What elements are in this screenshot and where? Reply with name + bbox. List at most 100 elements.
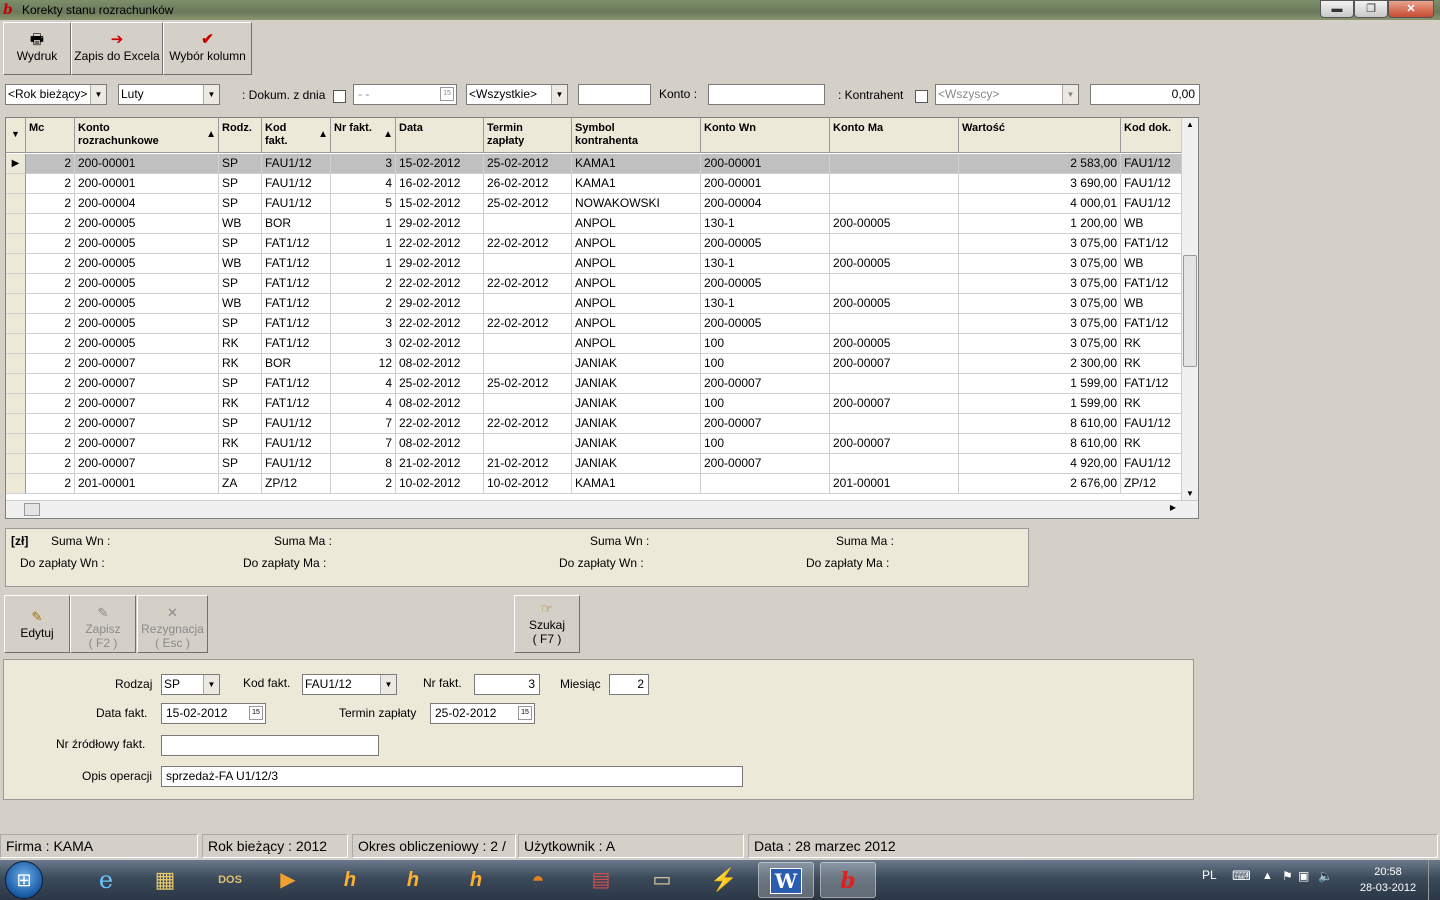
cell-kod-dok[interactable]: FAU1/12 [1121, 194, 1182, 214]
cell-konto-ma[interactable] [830, 374, 959, 394]
cell-konto-ma[interactable] [830, 154, 959, 174]
cell-symbol[interactable]: ANPOL [572, 234, 701, 254]
cell-konto[interactable]: 200-00005 [75, 334, 219, 354]
cell-kod-dok[interactable]: FAT1/12 [1121, 314, 1182, 334]
cell-mc[interactable]: 2 [26, 394, 75, 414]
table-row[interactable]: 2 200-00005 SP FAT1/12 3 22-02-2012 22-02-2012… [6, 314, 1182, 334]
cell-symbol[interactable]: ANPOL [572, 334, 701, 354]
table-row[interactable]: 2 200-00005 WB FAT1/12 1 29-02-2012 ANPOL 130-1… [6, 254, 1182, 274]
kontrahent-checkbox[interactable] [915, 90, 928, 103]
cell-termin[interactable] [484, 394, 572, 414]
cell-kod[interactable]: ZP/12 [262, 474, 331, 494]
cell-konto-wn[interactable]: 200-00007 [701, 454, 830, 474]
cell-rodz[interactable]: ZA [219, 474, 262, 494]
cell-mc[interactable]: 2 [26, 454, 75, 474]
cell-rodz[interactable]: SP [219, 154, 262, 174]
cell-kod-dok[interactable]: FAT1/12 [1121, 274, 1182, 294]
row-indicator[interactable] [6, 334, 26, 354]
keyboard-icon[interactable]: ⌨ [1232, 868, 1251, 884]
cell-data[interactable]: 21-02-2012 [396, 454, 484, 474]
cell-kod[interactable]: FAU1/12 [262, 434, 331, 454]
print-button[interactable]: 🖶 Wydruk [3, 22, 71, 75]
table-row[interactable]: 2 200-00004 SP FAU1/12 5 15-02-2012 25-02-2012… [6, 194, 1182, 214]
termin-zaplaty-input[interactable]: 25-02-2012 15 [430, 703, 535, 724]
cell-konto[interactable]: 200-00007 [75, 394, 219, 414]
cell-konto[interactable]: 200-00005 [75, 254, 219, 274]
cell-kod-dok[interactable]: FAT1/12 [1121, 234, 1182, 254]
miesiac-input[interactable]: 2 [609, 674, 649, 695]
cell-konto-ma[interactable]: 200-00005 [830, 294, 959, 314]
cell-symbol[interactable]: KAMA1 [572, 474, 701, 494]
cell-nr[interactable]: 12 [331, 354, 396, 374]
cell-rodz[interactable]: SP [219, 234, 262, 254]
cell-symbol[interactable]: JANIAK [572, 414, 701, 434]
lightning-app-icon[interactable]: ⚡ [696, 862, 752, 898]
cell-kod[interactable]: BOR [262, 354, 331, 374]
cell-symbol[interactable]: KAMA1 [572, 174, 701, 194]
app-icon[interactable]: h [385, 862, 441, 898]
cell-kod[interactable]: FAT1/12 [262, 234, 331, 254]
cell-data[interactable]: 08-02-2012 [396, 354, 484, 374]
cell-kod-dok[interactable]: WB [1121, 294, 1182, 314]
network-icon[interactable]: ▣ [1298, 869, 1309, 883]
cell-nr[interactable]: 1 [331, 254, 396, 274]
cancel-button[interactable]: ✕ Rezygnacja ( Esc ) [137, 595, 208, 653]
cell-symbol[interactable]: JANIAK [572, 434, 701, 454]
cell-data[interactable]: 22-02-2012 [396, 314, 484, 334]
header-kod-dok[interactable]: Kod dok. [1121, 118, 1182, 153]
cell-kod[interactable]: FAU1/12 [262, 194, 331, 214]
cell-kod[interactable]: FAT1/12 [262, 254, 331, 274]
row-indicator[interactable] [6, 454, 26, 474]
cell-konto-wn[interactable]: 200-00001 [701, 154, 830, 174]
cell-konto-wn[interactable]: 100 [701, 334, 830, 354]
tray-arrow-icon[interactable]: ▲ [1262, 870, 1273, 882]
cell-konto[interactable]: 200-00007 [75, 454, 219, 474]
table-row[interactable]: ▶ 2 200-00001 SP FAU1/12 3 15-02-2012 25-02-201… [6, 154, 1182, 174]
cell-termin[interactable]: 22-02-2012 [484, 234, 572, 254]
cell-kod-dok[interactable]: FAT1/12 [1121, 374, 1182, 394]
cell-symbol[interactable]: JANIAK [572, 454, 701, 474]
cell-konto-ma[interactable]: 200-00005 [830, 334, 959, 354]
cell-nr[interactable]: 7 [331, 414, 396, 434]
cell-nr[interactable]: 7 [331, 434, 396, 454]
cell-termin[interactable]: 22-02-2012 [484, 274, 572, 294]
cell-rodz[interactable]: RK [219, 334, 262, 354]
cell-rodz[interactable]: SP [219, 454, 262, 474]
cell-kod-dok[interactable]: FAU1/12 [1121, 454, 1182, 474]
cell-wartosc[interactable]: 3 690,00 [959, 174, 1121, 194]
kontrahent-select[interactable]: <Wszyscy> ▼ [935, 84, 1079, 105]
media-player-icon[interactable]: ▶ [260, 862, 316, 898]
dosbox-icon[interactable]: DOS [202, 862, 258, 898]
cell-rodz[interactable]: SP [219, 274, 262, 294]
table-row[interactable]: 2 200-00007 RK FAU1/12 7 08-02-2012 JANIAK 100 2… [6, 434, 1182, 454]
cell-wartosc[interactable]: 4 920,00 [959, 454, 1121, 474]
cell-rodz[interactable]: SP [219, 194, 262, 214]
cell-konto-wn[interactable]: 100 [701, 354, 830, 374]
save-button[interactable]: ✎ Zapisz ( F2 ) [70, 595, 136, 653]
cell-wartosc[interactable]: 3 075,00 [959, 274, 1121, 294]
cell-konto-ma[interactable]: 201-00001 [830, 474, 959, 494]
table-row[interactable]: 2 200-00007 RK BOR 12 08-02-2012 JANIAK 100 200-… [6, 354, 1182, 374]
cell-mc[interactable]: 2 [26, 354, 75, 374]
header-rodz[interactable]: Rodz. [219, 118, 262, 153]
cell-wartosc[interactable]: 2 676,00 [959, 474, 1121, 494]
cell-kod[interactable]: FAU1/12 [262, 414, 331, 434]
cell-konto-ma[interactable] [830, 194, 959, 214]
cell-konto[interactable]: 200-00005 [75, 294, 219, 314]
cell-konto[interactable]: 200-00007 [75, 434, 219, 454]
cell-konto-ma[interactable] [830, 234, 959, 254]
table-row[interactable]: 2 200-00005 WB BOR 1 29-02-2012 ANPOL 130-1 200-… [6, 214, 1182, 234]
cell-konto-ma[interactable]: 200-00005 [830, 214, 959, 234]
cell-symbol[interactable]: NOWAKOWSKI [572, 194, 701, 214]
clock-time[interactable]: 20:58 [1358, 866, 1418, 878]
cell-wartosc[interactable]: 3 075,00 [959, 294, 1121, 314]
row-indicator[interactable] [6, 314, 26, 334]
cell-symbol[interactable]: ANPOL [572, 314, 701, 334]
cell-wartosc[interactable]: 3 075,00 [959, 314, 1121, 334]
cell-konto[interactable]: 200-00005 [75, 214, 219, 234]
cell-mc[interactable]: 2 [26, 194, 75, 214]
cell-nr[interactable]: 2 [331, 474, 396, 494]
table-row[interactable]: 2 200-00007 SP FAT1/12 4 25-02-2012 25-02-2012… [6, 374, 1182, 394]
cell-data[interactable]: 15-02-2012 [396, 194, 484, 214]
cell-wartosc[interactable]: 1 599,00 [959, 374, 1121, 394]
